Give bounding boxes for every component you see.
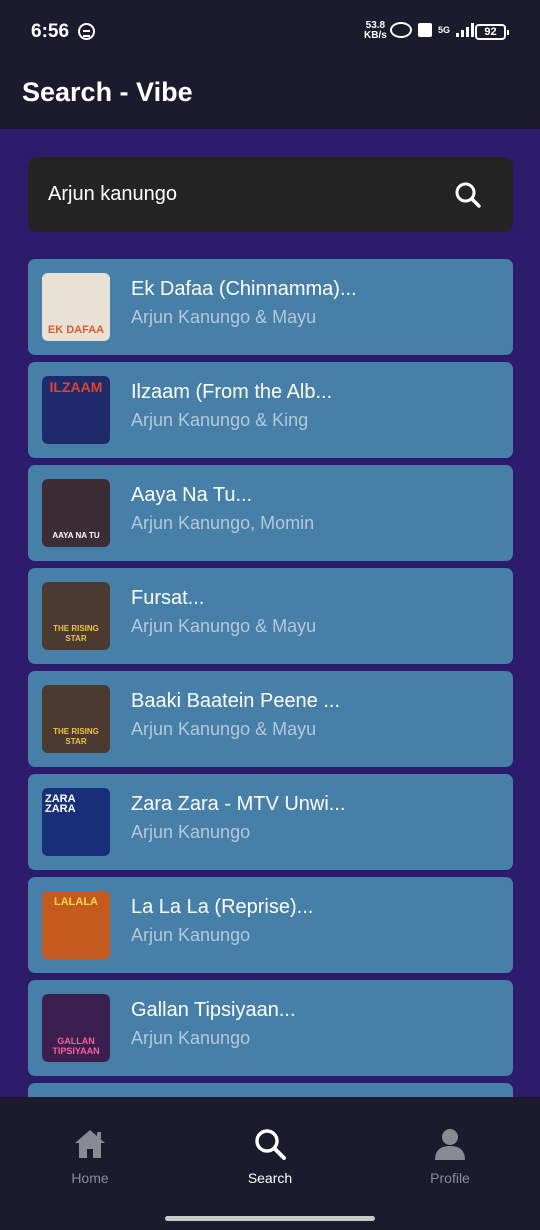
network-speed: 53.8 KB/s [364,21,387,41]
album-art: ILZAAM [42,376,110,444]
notification-icon [78,23,95,40]
album-art-text: LALALA [54,896,98,908]
song-item[interactable] [28,1083,513,1097]
song-item[interactable]: GALLAN TIPSIYAAN Gallan Tipsiyaan... Arj… [28,980,513,1076]
network-speed-unit: KB/s [364,30,387,41]
hotspot-icon [390,22,412,38]
song-item[interactable]: ZARA ZARA Zara Zara - MTV Unwi... Arjun … [28,774,513,870]
album-art: LALALA [42,891,110,959]
nav-home-label: Home [71,1170,109,1186]
song-artist: Arjun Kanungo & King [131,410,309,430]
song-title: Baaki Baatein Peene ... [131,690,341,712]
song-item[interactable]: THE RISING STAR Baaki Baatein Peene ... … [28,671,513,767]
album-art: EK DAFAA [42,273,110,341]
song-title: Aaya Na Tu... [131,484,253,506]
album-art: GALLAN TIPSIYAAN [42,994,110,1062]
status-icons: 5G [390,22,475,38]
song-title: Ilzaam (From the Alb... [131,381,333,403]
song-item[interactable]: AAYA NA TU Aaya Na Tu... Arjun Kanungo, … [28,465,513,561]
song-title: Zara Zara - MTV Unwi... [131,793,346,815]
album-art-text: AAYA NA TU [52,531,100,540]
song-item[interactable]: ILZAAM Ilzaam (From the Alb... Arjun Kan… [28,362,513,458]
home-indicator[interactable] [165,1216,375,1221]
album-art-text: THE RISING STAR [53,624,99,643]
battery-icon: 92 [475,24,509,40]
status-time: 6:56 [31,21,70,42]
album-art-text: GALLAN TIPSIYAAN [52,1036,100,1056]
battery-level: 92 [484,26,497,38]
album-art: THE RISING STAR [42,582,110,650]
network-type: 5G [438,25,451,35]
song-title: La La La (Reprise)... [131,896,314,918]
song-artist: Arjun Kanungo [131,1028,251,1048]
search-icon [255,1129,286,1160]
album-art-text: EK DAFAA [47,324,105,336]
search-field[interactable]: Arjun kanungo [28,157,513,232]
song-artist: Arjun Kanungo, Momin [131,513,315,533]
song-artist: Arjun Kanungo & Mayu [131,307,317,327]
profile-icon [435,1129,465,1160]
nav-profile[interactable]: Profile [390,1127,510,1186]
page-title: Search - Vibe [22,77,193,107]
song-artist: Arjun Kanungo & Mayu [131,616,317,636]
app-bar: Search - Vibe [0,62,540,129]
song-artist: Arjun Kanungo [131,925,251,945]
song-title: Ek Dafaa (Chinnamma)... [131,278,357,300]
nav-search-label: Search [247,1170,293,1186]
volte-icon [418,23,432,37]
nav-profile-label: Profile [430,1170,470,1186]
home-icon [75,1130,105,1158]
album-art: AAYA NA TU [42,479,110,547]
nav-home[interactable]: Home [30,1127,150,1186]
signal-icon [456,23,475,37]
song-artist: Arjun Kanungo [131,822,251,842]
song-artist: Arjun Kanungo & Mayu [131,719,317,739]
search-icon[interactable] [454,181,482,209]
search-input[interactable]: Arjun kanungo [48,183,177,206]
song-item[interactable]: LALALA La La La (Reprise)... Arjun Kanun… [28,877,513,973]
album-art-text: THE RISING STAR [53,727,99,746]
song-item[interactable]: THE RISING STAR Fursat... Arjun Kanungo … [28,568,513,664]
song-title: Gallan Tipsiyaan... [131,999,296,1021]
album-art: THE RISING STAR [42,685,110,753]
nav-search[interactable]: Search [210,1127,330,1186]
song-item[interactable]: EK DAFAA Ek Dafaa (Chinnamma)... Arjun K… [28,259,513,355]
status-bar: 6:56 53.8 KB/s 5G 92 [0,0,540,62]
search-results-list[interactable]: EK DAFAA Ek Dafaa (Chinnamma)... Arjun K… [28,259,513,1097]
song-title: Fursat... [131,587,205,609]
album-art: ZARA ZARA [42,788,110,856]
album-art-text: ZARA ZARA [45,793,76,815]
album-art-text: ILZAAM [49,379,103,395]
bottom-navigation: Home Search Profile [0,1097,540,1230]
